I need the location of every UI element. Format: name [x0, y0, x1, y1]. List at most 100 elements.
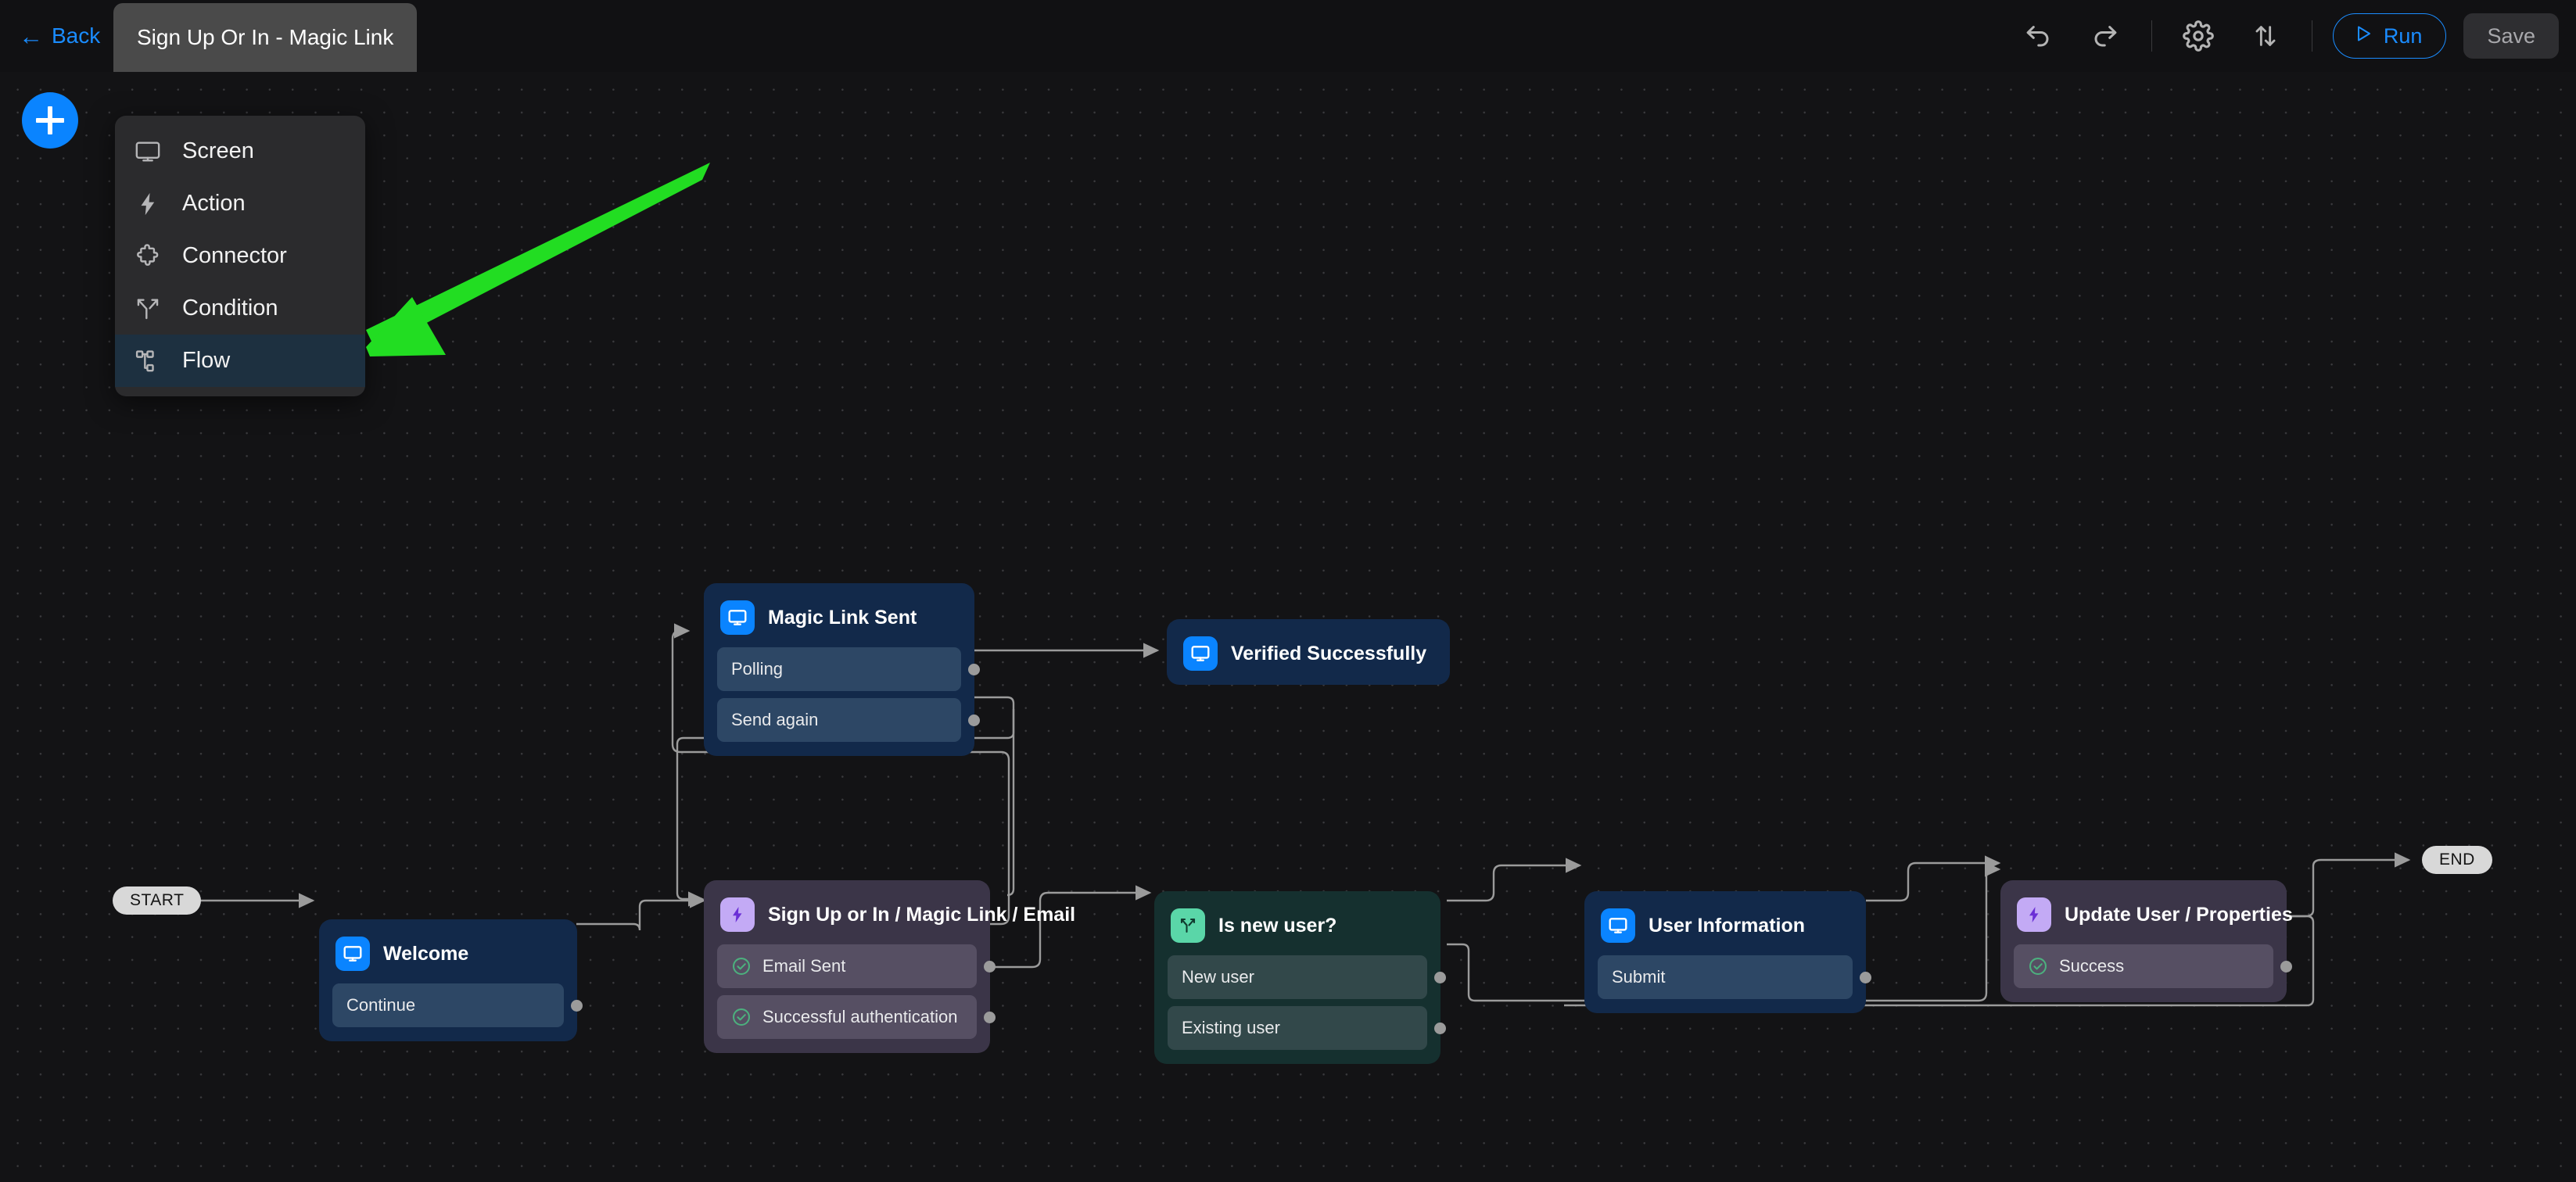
gear-icon[interactable] [2174, 12, 2223, 60]
node-row-label: Existing user [1182, 1018, 1280, 1038]
monitor-icon [1183, 636, 1218, 671]
menu-item-label: Action [182, 191, 246, 217]
node-sign-up-or-in[interactable]: Sign Up or In / Magic Link / Email Email… [704, 880, 990, 1053]
play-icon [2354, 24, 2373, 48]
node-row[interactable]: Continue [332, 983, 564, 1027]
flowchart-icon [132, 346, 163, 377]
puzzle-icon [132, 241, 163, 272]
edge-success-end [2274, 860, 2409, 916]
node-header: Update User / Properties [2014, 894, 2273, 932]
bolt-icon [2017, 897, 2051, 932]
node-title: Sign Up or In / Magic Link / Email [768, 904, 1075, 926]
save-button[interactable]: Save [2463, 13, 2559, 59]
node-header: Sign Up or In / Magic Link / Email [717, 894, 977, 932]
output-port[interactable] [1860, 972, 1871, 983]
edge-sendagain-loop [974, 697, 1014, 895]
run-button[interactable]: Run [2333, 13, 2447, 59]
menu-item-condition[interactable]: Condition [115, 282, 365, 335]
menu-item-label: Connector [182, 243, 287, 269]
node-title: User Information [1649, 915, 1805, 937]
terminal-start[interactable]: START [113, 886, 201, 915]
node-row[interactable]: Successful authentication [717, 995, 977, 1039]
node-verified-successfully[interactable]: Verified Successfully [1167, 619, 1450, 685]
terminal-end-label: END [2439, 851, 2475, 869]
node-magic-link-sent[interactable]: Magic Link Sent Polling Send again [704, 583, 974, 756]
node-rows: Polling Send again [717, 647, 961, 742]
menu-item-flow[interactable]: Flow [115, 335, 365, 387]
flow-canvas[interactable]: START END Magic Link Sent Polling [0, 72, 2576, 1182]
node-rows: Success [2014, 944, 2273, 988]
node-row[interactable]: Existing user [1168, 1006, 1427, 1050]
toolbar-divider [2151, 20, 2152, 52]
node-row[interactable]: Send again [717, 698, 961, 742]
output-port[interactable] [1434, 1023, 1446, 1034]
terminal-start-label: START [130, 891, 184, 910]
branch-icon [1171, 908, 1205, 943]
monitor-icon [335, 937, 370, 971]
node-row-label: New user [1182, 967, 1254, 987]
menu-item-connector[interactable]: Connector [115, 230, 365, 282]
node-title: Is new user? [1218, 915, 1336, 937]
node-welcome[interactable]: Welcome Continue [319, 919, 577, 1041]
edge-submit-update [1866, 863, 1999, 901]
terminal-end[interactable]: END [2422, 846, 2492, 874]
monitor-icon [720, 600, 755, 635]
node-row[interactable]: Success [2014, 944, 2273, 988]
monitor-icon [132, 136, 163, 167]
node-title: Verified Successfully [1231, 643, 1426, 665]
node-row-label: Polling [731, 659, 783, 679]
node-title: Welcome [383, 943, 468, 965]
menu-item-label: Flow [182, 348, 230, 374]
branch-icon [132, 293, 163, 324]
undo-icon[interactable] [2014, 12, 2062, 60]
toolbar-actions: Run Save [2004, 0, 2559, 72]
node-title: Magic Link Sent [768, 607, 917, 629]
node-row[interactable]: Polling [717, 647, 961, 691]
node-rows: Submit [1598, 955, 1853, 999]
bolt-icon [132, 188, 163, 220]
back-button[interactable]: ← Back [11, 20, 108, 52]
node-row[interactable]: New user [1168, 955, 1427, 999]
node-is-new-user[interactable]: Is new user? New user Existing user [1154, 891, 1440, 1064]
monitor-icon [1601, 908, 1635, 943]
check-circle-icon [731, 956, 752, 976]
node-type-menu[interactable]: Screen Action Connector [115, 116, 365, 396]
output-port[interactable] [2280, 961, 2292, 972]
node-rows: New user Existing user [1168, 955, 1427, 1050]
plus-icon [36, 106, 64, 134]
node-row[interactable]: Email Sent [717, 944, 977, 988]
node-row-label: Email Sent [762, 956, 845, 976]
document-title: Sign Up Or In - Magic Link [137, 25, 393, 50]
save-label: Save [2487, 24, 2535, 48]
output-port[interactable] [968, 664, 980, 675]
output-port[interactable] [1434, 972, 1446, 983]
node-update-user-properties[interactable]: Update User / Properties Success [2000, 880, 2287, 1002]
node-user-information[interactable]: User Information Submit [1584, 891, 1866, 1013]
menu-item-action[interactable]: Action [115, 177, 365, 230]
node-header: Is new user? [1168, 905, 1427, 943]
run-label: Run [2384, 24, 2423, 48]
node-title: Update User / Properties [2065, 904, 2293, 926]
node-rows: Email Sent Successful authentication [717, 944, 977, 1039]
check-circle-icon [2028, 956, 2048, 976]
node-rows: Continue [332, 983, 564, 1027]
sort-arrows-icon[interactable] [2241, 12, 2290, 60]
output-port[interactable] [968, 715, 980, 726]
back-label: Back [52, 23, 100, 48]
menu-item-label: Condition [182, 296, 278, 321]
redo-icon[interactable] [2081, 12, 2129, 60]
node-header: Welcome [332, 933, 564, 971]
menu-item-screen[interactable]: Screen [115, 125, 365, 177]
node-row-label: Successful authentication [762, 1007, 958, 1027]
document-tab[interactable]: Sign Up Or In - Magic Link [113, 3, 417, 72]
output-port[interactable] [984, 961, 996, 972]
menu-item-label: Screen [182, 138, 254, 164]
node-row-label: Submit [1612, 967, 1665, 987]
output-port[interactable] [984, 1012, 996, 1023]
add-node-button[interactable] [22, 92, 78, 149]
edge-welcome-signup [576, 901, 704, 930]
node-row-label: Send again [731, 710, 818, 730]
output-port[interactable] [571, 1000, 583, 1012]
node-header: User Information [1598, 905, 1853, 943]
node-row[interactable]: Submit [1598, 955, 1853, 999]
